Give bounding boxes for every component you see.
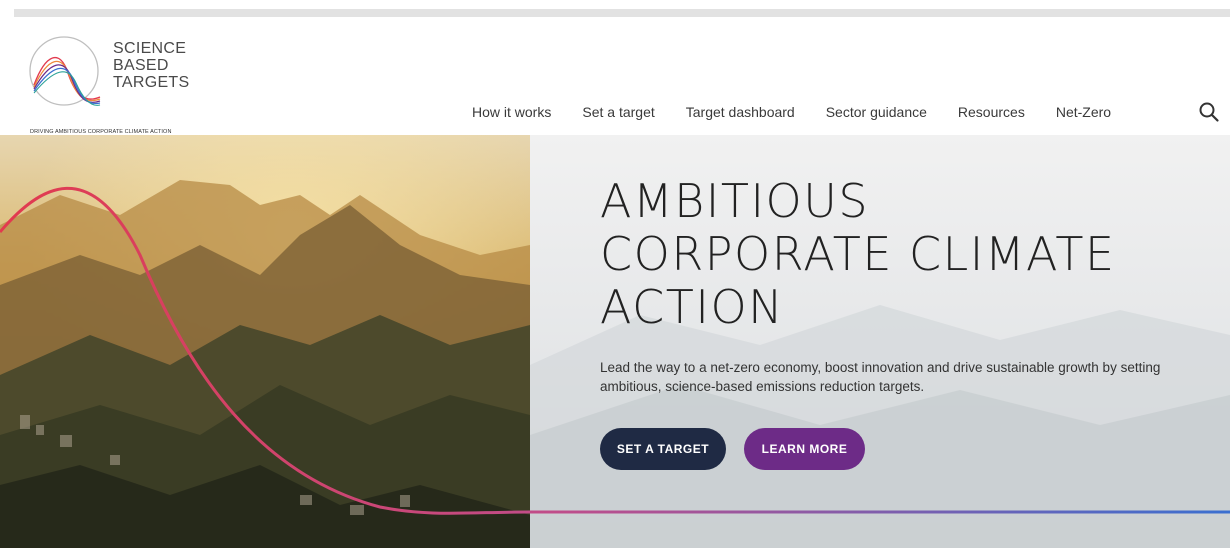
search-icon (1199, 102, 1219, 122)
hero-title-line-3: ACTION (600, 280, 785, 334)
hero-subtitle: Lead the way to a net-zero economy, boos… (600, 360, 1161, 394)
nav-item-resources[interactable]: Resources (958, 104, 1025, 120)
logo-line-1: SCIENCE (113, 40, 187, 57)
nav-item-how-it-works[interactable]: How it works (472, 104, 551, 120)
browser-chrome-bar (14, 9, 1230, 17)
logo-line-2: BASED (113, 57, 169, 74)
hero-title: AMBITIOUS CORPORATE CLIMATE ACTION (600, 175, 1200, 334)
hero-buttons: SET A TARGET LEARN MORE (600, 428, 865, 470)
logo-wordmark: SCIENCE BASED TARGETS (113, 40, 189, 91)
hero-section: AMBITIOUS CORPORATE CLIMATE ACTION Lead … (0, 135, 1230, 548)
hero-title-line-2: CORPORATE CLIMATE (600, 227, 1116, 281)
logo-line-3: TARGETS (113, 74, 190, 91)
nav-item-target-dashboard[interactable]: Target dashboard (686, 104, 795, 120)
hero-title-line-1: AMBITIOUS (600, 174, 870, 228)
sbti-logo-icon (29, 36, 101, 106)
logo[interactable]: SCIENCE BASED TARGETS DRIVING AMBITIOUS … (26, 33, 216, 135)
site-header: SCIENCE BASED TARGETS DRIVING AMBITIOUS … (0, 17, 1230, 135)
hero-text-block: AMBITIOUS CORPORATE CLIMATE ACTION Lead … (600, 175, 1200, 410)
nav-item-net-zero[interactable]: Net-Zero (1056, 104, 1111, 120)
nav-item-set-a-target[interactable]: Set a target (582, 104, 654, 120)
search-button[interactable] (1198, 101, 1220, 123)
learn-more-button[interactable]: LEARN MORE (744, 428, 865, 470)
nav-item-sector-guidance[interactable]: Sector guidance (826, 104, 927, 120)
main-nav: How it works Set a target Target dashboa… (472, 104, 1111, 120)
set-a-target-button[interactable]: SET A TARGET (600, 428, 726, 470)
